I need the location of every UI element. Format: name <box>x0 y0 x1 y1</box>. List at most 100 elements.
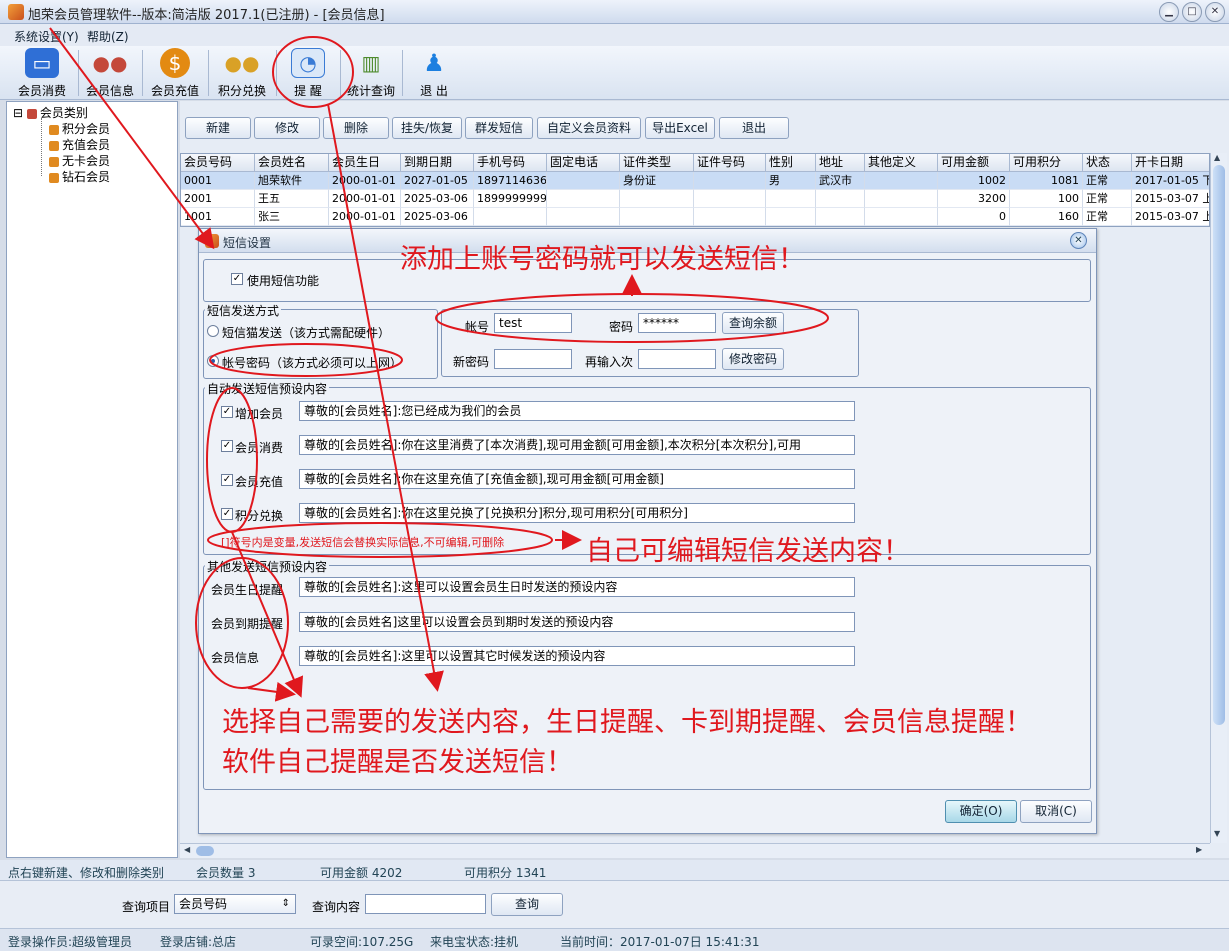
export-excel-button[interactable]: 导出Excel <box>645 117 715 139</box>
column-header[interactable]: 会员姓名 <box>255 154 329 172</box>
menu-bar: 系统设置(Y) 帮助(Z) ▁ □ ✕ <box>0 24 1229 66</box>
enable-sms-checkbox[interactable]: ✓ <box>231 273 243 285</box>
column-header[interactable]: 到期日期 <box>401 154 474 172</box>
member-table[interactable]: 会员号码 会员姓名 会员生日 到期日期 手机号码 固定电话 证件类型 证件号码 … <box>180 153 1210 227</box>
scroll-down-arrow-icon[interactable]: ▼ <box>1214 829 1220 838</box>
column-header[interactable]: 会员号码 <box>181 154 255 172</box>
tree-item[interactable]: 充值会员 <box>49 136 110 153</box>
query-button[interactable]: 查询 <box>491 893 563 916</box>
menu-system[interactable]: 系统设置(Y) <box>14 28 79 45</box>
column-header[interactable]: 可用金额 <box>938 154 1010 172</box>
toolbar-recharge-button[interactable]: $ 会员充值 <box>144 48 206 98</box>
menu-help[interactable]: 帮助(Z) <box>87 28 129 45</box>
password-input[interactable]: ****** <box>638 313 716 333</box>
report-loss-button[interactable]: 挂失/恢复 <box>392 117 462 139</box>
edit-button[interactable]: 修改 <box>254 117 320 139</box>
table-cell: 1081 <box>1010 172 1083 190</box>
toolbar-points-button[interactable]: ●● 积分兑换 <box>210 48 274 98</box>
column-header[interactable]: 开卡日期 <box>1132 154 1209 172</box>
change-password-button[interactable]: 修改密码 <box>722 348 784 370</box>
group-sms-button[interactable]: 群发短信 <box>465 117 533 139</box>
column-header[interactable]: 证件类型 <box>620 154 694 172</box>
variable-note: []符号内是变量,发送短信会替换实际信息,不可编辑,可删除 <box>221 536 505 549</box>
member-category-tree[interactable]: ⊟ 会员类别 积分会员 充值会员 无卡会员 钻石会员 <box>6 101 178 858</box>
table-row[interactable]: 1001 张三 2000-01-01 2025-03-06 0 160 正常 2… <box>181 208 1209 226</box>
toolbar-reminder-button[interactable]: ◔ 提 醒 <box>278 48 338 98</box>
points-exchange-icon: ●● <box>224 51 260 75</box>
vertical-scrollbar[interactable]: ▲ ▼ <box>1210 153 1227 843</box>
table-row[interactable]: 2001 王五 2000-01-01 2025-03-06 1899999999… <box>181 190 1209 208</box>
column-header[interactable]: 证件号码 <box>694 154 766 172</box>
query-content-input[interactable] <box>365 894 486 914</box>
toolbar-separator <box>340 50 341 96</box>
column-header[interactable]: 其他定义 <box>865 154 938 172</box>
account-input[interactable]: test <box>494 313 572 333</box>
minimize-button[interactable]: ▁ <box>1159 2 1179 22</box>
category-icon <box>49 140 59 151</box>
new-password-input[interactable] <box>494 349 572 369</box>
table-cell <box>865 172 938 190</box>
dialog-close-icon[interactable]: ✕ <box>1070 232 1087 249</box>
annotation-auto-hint: 软件自己提醒是否发送短信！ <box>222 747 573 778</box>
maximize-button[interactable]: □ <box>1182 2 1202 22</box>
column-header[interactable]: 性别 <box>766 154 816 172</box>
close-button[interactable]: ✕ <box>1205 2 1225 22</box>
cancel-button[interactable]: 取消(C) <box>1020 800 1092 823</box>
points-exchange-checkbox[interactable]: ✓ <box>221 508 233 520</box>
consume-template-input[interactable]: 尊敬的[会员姓名]:你在这里消费了[本次消费],现可用金额[可用金额],本次积分… <box>299 435 855 455</box>
toolbar-member-info-button[interactable]: ●● 会员信息 <box>80 48 140 98</box>
sms-cat-radio[interactable] <box>207 325 219 337</box>
account-radio[interactable] <box>207 355 219 367</box>
recharge-template-input[interactable]: 尊敬的[会员姓名]:你在这里充值了[充值金额],现可用金额[可用金额] <box>299 469 855 489</box>
query-content-label: 查询内容 <box>312 900 361 914</box>
repeat-password-input[interactable] <box>638 349 716 369</box>
column-header[interactable]: 地址 <box>816 154 865 172</box>
tree-item[interactable]: 钻石会员 <box>49 168 110 185</box>
add-member-checkbox[interactable]: ✓ <box>221 406 233 418</box>
tree-root[interactable]: ⊟ 会员类别 <box>13 104 88 121</box>
query-item-select[interactable]: 会员号码 ⇕ <box>174 894 296 914</box>
consume-label: 会员消费 <box>235 441 284 455</box>
tree-item-label: 充值会员 <box>62 138 111 152</box>
toolbar-label: 统计查询 <box>346 84 395 98</box>
expiry-template-input[interactable]: 尊敬的[会员姓名]这里可以设置会员到期时发送的预设内容 <box>299 612 855 632</box>
table-cell <box>694 190 766 208</box>
toolbar-consume-button[interactable]: ▭ 会员消费 <box>10 48 74 98</box>
exit-button[interactable]: 退出 <box>719 117 789 139</box>
scroll-up-arrow-icon[interactable]: ▲ <box>1214 153 1220 162</box>
repeat-password-label: 再输入次 <box>585 355 634 369</box>
column-header[interactable]: 可用积分 <box>1010 154 1083 172</box>
ok-button[interactable]: 确定(O) <box>945 800 1017 823</box>
tree-item[interactable]: 无卡会员 <box>49 152 110 169</box>
table-row[interactable]: 0001 旭荣软件 2000-01-01 2027-01-05 18971146… <box>181 172 1209 190</box>
table-cell: 100 <box>1010 190 1083 208</box>
column-header[interactable]: 会员生日 <box>329 154 401 172</box>
consume-checkbox[interactable]: ✓ <box>221 440 233 452</box>
account-radio-label: 帐号密码（该方式必须可以上网） <box>222 356 403 370</box>
column-header[interactable]: 状态 <box>1083 154 1132 172</box>
add-member-template-input[interactable]: 尊敬的[会员姓名]:您已经成为我们的会员 <box>299 401 855 421</box>
scroll-thumb[interactable] <box>1213 165 1225 725</box>
recharge-checkbox[interactable]: ✓ <box>221 474 233 486</box>
column-header[interactable]: 固定电话 <box>547 154 620 172</box>
member-info-template-input[interactable]: 尊敬的[会员姓名]:这里可以设置其它时候发送的预设内容 <box>299 646 855 666</box>
tree-item[interactable]: 积分会员 <box>49 120 110 137</box>
scroll-right-arrow-icon[interactable]: ▶ <box>1196 845 1202 854</box>
scroll-thumb[interactable] <box>196 846 214 856</box>
points-exchange-template-input[interactable]: 尊敬的[会员姓名]:你在这里兑换了[兑换积分]积分,现可用积分[可用积分] <box>299 503 855 523</box>
member-count: 会员数量 3 <box>196 866 256 880</box>
new-button[interactable]: 新建 <box>185 117 251 139</box>
password-label: 密码 <box>609 320 634 334</box>
query-balance-button[interactable]: 查询余额 <box>722 312 784 334</box>
horizontal-scrollbar[interactable]: ◀ ▶ <box>180 843 1210 858</box>
delete-button[interactable]: 删除 <box>323 117 389 139</box>
column-header[interactable]: 手机号码 <box>474 154 547 172</box>
toolbar-exit-button[interactable]: ♟ 退 出 <box>404 48 464 98</box>
birthday-template-input[interactable]: 尊敬的[会员姓名]:这里可以设置会员生日时发送的预设内容 <box>299 577 855 597</box>
scroll-left-arrow-icon[interactable]: ◀ <box>184 845 190 854</box>
toolbar-statistics-button[interactable]: ▥ 统计查询 <box>342 48 400 98</box>
toolbar-separator <box>402 50 403 96</box>
table-cell: 160 <box>1010 208 1083 226</box>
custom-fields-button[interactable]: 自定义会员资料 <box>537 117 641 139</box>
table-cell: 2001 <box>181 190 255 208</box>
